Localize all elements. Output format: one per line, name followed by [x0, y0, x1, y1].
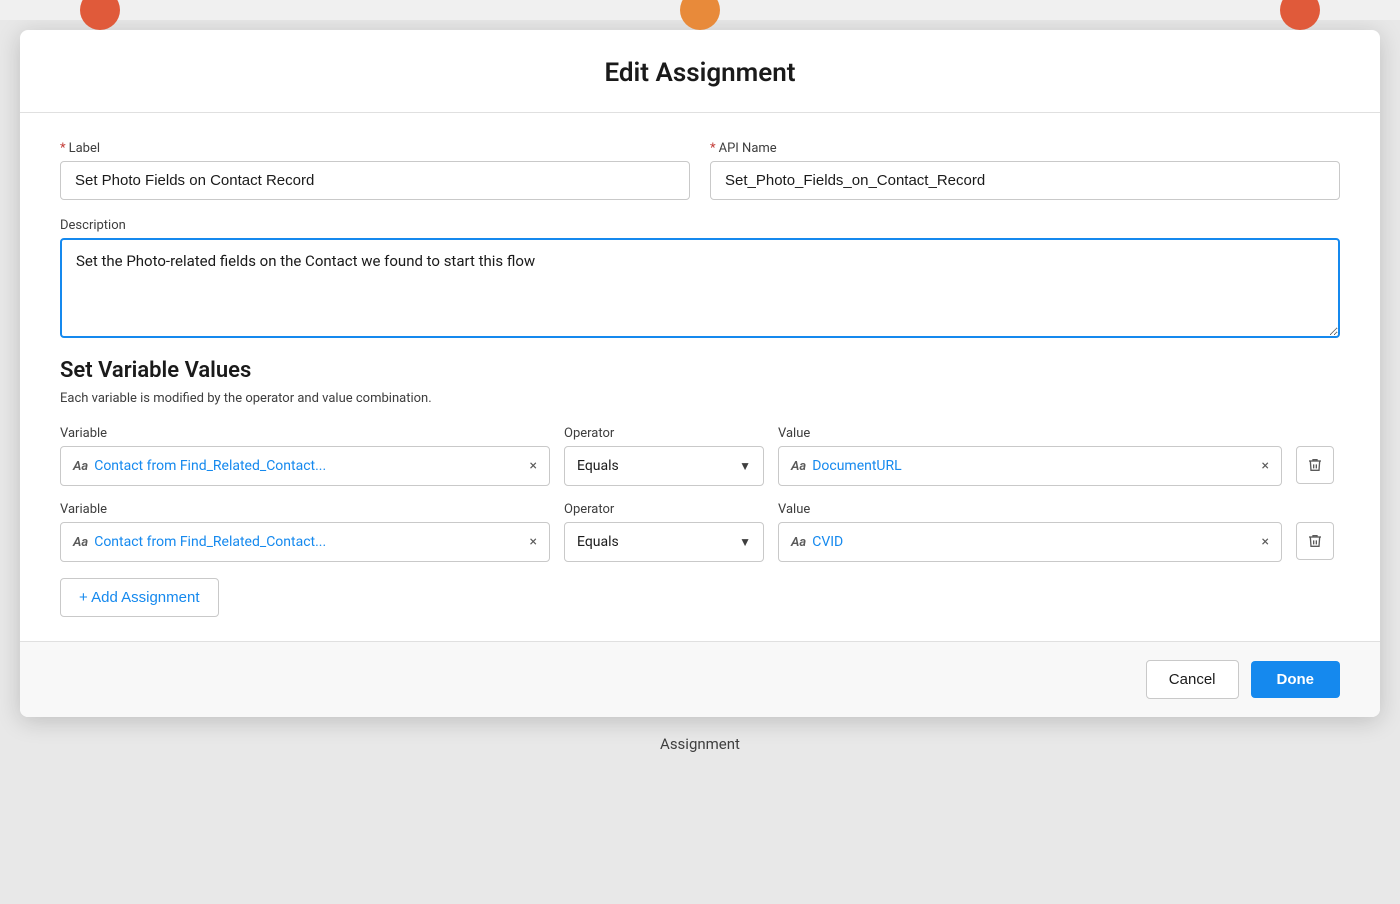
variable-text-1: Contact from Find_Related_Contact... [94, 458, 523, 474]
operator-select-2[interactable]: Equals ▼ [564, 522, 764, 562]
bg-icon-center [680, 0, 720, 30]
cancel-button[interactable]: Cancel [1146, 660, 1239, 699]
value-col-1: Value Aa DocumentURL × [778, 426, 1282, 486]
value-close-1[interactable]: × [1262, 458, 1269, 474]
operator-arrow-1: ▼ [739, 459, 751, 473]
description-group: Description Set the Photo-related fields… [60, 218, 1340, 338]
operator-value-2: Equals [577, 534, 619, 550]
operator-col-label-2: Operator [564, 502, 764, 517]
cancel-label: Cancel [1169, 671, 1216, 688]
operator-value-1: Equals [577, 458, 619, 474]
value-col-2: Value Aa CVID × [778, 502, 1282, 562]
value-col-label-2: Value [778, 502, 1282, 517]
operator-col-1: Operator Equals ▼ [564, 426, 764, 486]
value-col-label-1: Value [778, 426, 1282, 441]
value-icon-1: Aa [791, 459, 806, 474]
modal-header: Edit Assignment [20, 30, 1380, 113]
bg-icon-right [1280, 0, 1320, 30]
trash-icon-2 [1307, 533, 1323, 549]
done-label: Done [1277, 671, 1315, 688]
delete-row-2-button[interactable] [1296, 522, 1334, 560]
bg-icon-left [80, 0, 120, 30]
description-textarea[interactable]: Set the Photo-related fields on the Cont… [60, 238, 1340, 338]
variable-col-2: Variable Aa Contact from Find_Related_Co… [60, 502, 550, 562]
assignment-row-1: Variable Aa Contact from Find_Related_Co… [60, 426, 1340, 486]
value-text-1: DocumentURL [812, 458, 1255, 474]
delete-col-1 [1296, 446, 1340, 486]
delete-row-1-button[interactable] [1296, 446, 1334, 484]
api-name-input[interactable] [710, 161, 1340, 200]
api-name-required-star: * [710, 141, 716, 156]
modal-footer: Cancel Done [20, 641, 1380, 717]
value-text-2: CVID [812, 534, 1255, 550]
delete-col-2 [1296, 522, 1340, 562]
description-label: Description [60, 218, 1340, 233]
section-description: Each variable is modified by the operato… [60, 391, 1340, 406]
variable-col-label-2: Variable [60, 502, 550, 517]
variable-pill-1[interactable]: Aa Contact from Find_Related_Contact... … [60, 446, 550, 486]
variable-icon-1: Aa [73, 459, 88, 474]
value-pill-2[interactable]: Aa CVID × [778, 522, 1282, 562]
operator-arrow-2: ▼ [739, 535, 751, 549]
operator-select-1[interactable]: Equals ▼ [564, 446, 764, 486]
add-assignment-button[interactable]: + Add Assignment [60, 578, 219, 617]
modal-body: * Label * API Name Description Set the P… [20, 113, 1380, 641]
trash-icon-1 [1307, 457, 1323, 473]
label-field-label: * Label [60, 141, 690, 156]
value-pill-1[interactable]: Aa DocumentURL × [778, 446, 1282, 486]
bottom-hint-text: Assignment [660, 735, 740, 753]
label-required-star: * [60, 141, 66, 156]
variable-col-1: Variable Aa Contact from Find_Related_Co… [60, 426, 550, 486]
edit-assignment-modal: Edit Assignment * Label * API Name [20, 30, 1380, 717]
value-close-2[interactable]: × [1262, 534, 1269, 550]
label-api-row: * Label * API Name [60, 141, 1340, 200]
api-name-group: * API Name [710, 141, 1340, 200]
done-button[interactable]: Done [1251, 661, 1341, 698]
variable-text-2: Contact from Find_Related_Contact... [94, 534, 523, 550]
add-assignment-label: + Add Assignment [79, 589, 200, 606]
assignment-row-2: Variable Aa Contact from Find_Related_Co… [60, 502, 1340, 562]
variable-icon-2: Aa [73, 535, 88, 550]
value-icon-2: Aa [791, 535, 806, 550]
modal-title: Edit Assignment [60, 58, 1340, 88]
section-title: Set Variable Values [60, 358, 1340, 383]
label-input[interactable] [60, 161, 690, 200]
bottom-hint: Assignment [0, 717, 1400, 757]
variable-col-label-1: Variable [60, 426, 550, 441]
api-name-field-label: * API Name [710, 141, 1340, 156]
variable-close-1[interactable]: × [530, 458, 537, 474]
variable-close-2[interactable]: × [530, 534, 537, 550]
label-group: * Label [60, 141, 690, 200]
operator-col-label-1: Operator [564, 426, 764, 441]
operator-col-2: Operator Equals ▼ [564, 502, 764, 562]
variable-pill-2[interactable]: Aa Contact from Find_Related_Contact... … [60, 522, 550, 562]
